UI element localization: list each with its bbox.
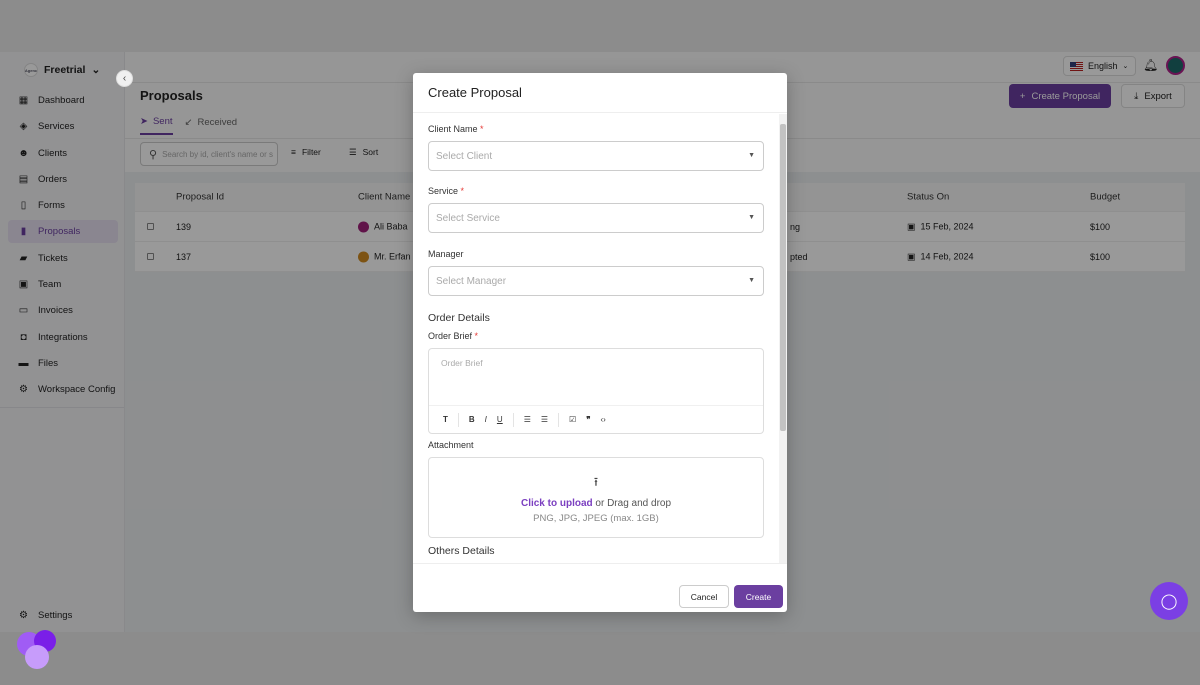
upload-text: or Drag and drop [592,498,672,509]
caret-down-icon: ▼ [748,277,755,284]
manager-select[interactable]: Select Manager ▼ [428,266,764,296]
chat-button[interactable]: ◯ [1150,582,1188,620]
ordered-list-icon[interactable]: ☰ [524,415,531,424]
modal-footer: Cancel Create [413,563,787,612]
order-details-heading: Order Details [428,312,490,324]
text-style-icon[interactable]: T [443,415,448,424]
caret-down-icon: ▼ [748,152,755,159]
create-button[interactable]: Create [734,585,783,608]
modal-body: Client Name * Select Client ▼ Service * S… [413,114,787,563]
upload-icon: ⭱ [593,475,599,489]
order-brief-label: Order Brief * [428,331,479,341]
collapse-sidebar-button[interactable]: ‹ [116,70,133,87]
bullet-list-icon[interactable]: ☰ [541,415,548,424]
attachment-dropzone[interactable]: ⭱ Click to upload or Drag and drop PNG, … [428,457,764,538]
others-details-heading: Others Details [428,545,495,557]
chat-bubble-icon: ◯ [1160,593,1178,610]
brand-logo [17,630,56,669]
scrollbar-thumb[interactable] [780,124,786,431]
order-brief-placeholder: Order Brief [441,358,483,368]
manager-label: Manager [428,249,464,259]
quote-icon[interactable]: ❞ [586,415,590,424]
modal-scrollbar[interactable] [779,114,787,563]
click-to-upload-link[interactable]: Click to upload [521,498,593,509]
caret-down-icon: ▼ [748,214,755,221]
cancel-button[interactable]: Cancel [679,585,729,608]
attachment-label: Attachment [428,440,474,450]
code-icon[interactable]: ‹› [601,415,606,424]
service-select[interactable]: Select Service ▼ [428,203,764,233]
client-name-label: Client Name * [428,124,484,134]
underline-icon[interactable]: U [497,415,503,424]
modal-title: Create Proposal [413,73,787,113]
client-select[interactable]: Select Client ▼ [428,141,764,171]
italic-icon[interactable]: I [485,415,487,424]
client-placeholder: Select Client [436,151,493,162]
manager-placeholder: Select Manager [436,276,507,287]
bold-icon[interactable]: B [469,415,475,424]
checkbox-icon[interactable]: ☑ [569,415,576,424]
upload-hint: PNG, JPG, JPEG (max. 1GB) [533,513,659,524]
editor-toolbar: T B I U ☰ ☰ ☑ ❞ ‹› [429,405,763,433]
service-placeholder: Select Service [436,213,500,224]
service-label: Service * [428,186,465,196]
order-brief-editor[interactable]: Order Brief T B I U ☰ ☰ ☑ ❞ ‹› [428,348,764,434]
create-proposal-modal: Create Proposal Client Name * Select Cli… [413,73,787,612]
